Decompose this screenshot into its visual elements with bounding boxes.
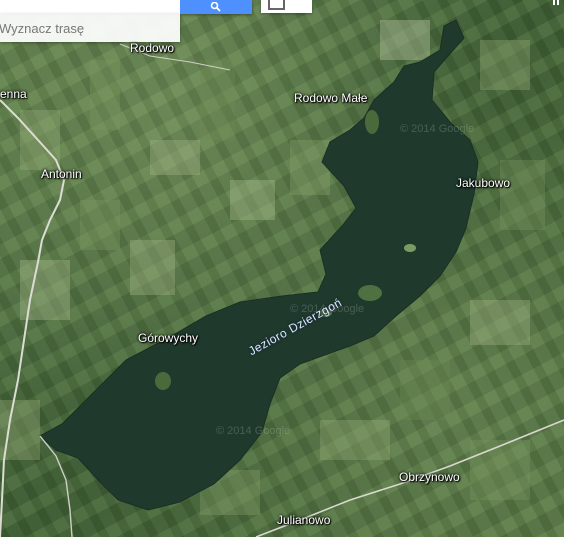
- place-label-obrzynowo[interactable]: Obrzynowo: [399, 470, 460, 484]
- place-label-rodowo[interactable]: Rodowo: [130, 41, 174, 55]
- copyright-watermark: © 2014 Google: [400, 123, 475, 135]
- place-label-antonin[interactable]: Antonin: [41, 167, 82, 181]
- directions-placeholder: Wyznacz trasę: [0, 20, 85, 36]
- copyright-watermark: © 2014 Google: [216, 425, 291, 437]
- menu-icon[interactable]: [553, 0, 562, 5]
- place-label-rodowo-male[interactable]: Rodowo Małe: [294, 91, 367, 105]
- directions-field[interactable]: Wyznacz trasę: [0, 14, 180, 42]
- island: [365, 110, 379, 134]
- search-button[interactable]: [180, 0, 252, 14]
- place-label-julianowo[interactable]: Julianowo: [277, 513, 330, 527]
- place-label-jakubowo[interactable]: Jakubowo: [456, 176, 510, 190]
- satellite-map[interactable]: [0, 0, 564, 537]
- search-icon: [210, 2, 221, 12]
- island: [155, 372, 171, 390]
- place-label-enna[interactable]: enna: [0, 87, 27, 101]
- square-icon: [268, 0, 285, 10]
- place-label-gorowychy[interactable]: Górowychy: [138, 331, 198, 345]
- square-button[interactable]: [261, 0, 312, 13]
- island: [404, 244, 416, 252]
- island: [358, 285, 382, 301]
- copyright-watermark: © 2014 Google: [290, 303, 365, 315]
- map-features: [0, 19, 564, 537]
